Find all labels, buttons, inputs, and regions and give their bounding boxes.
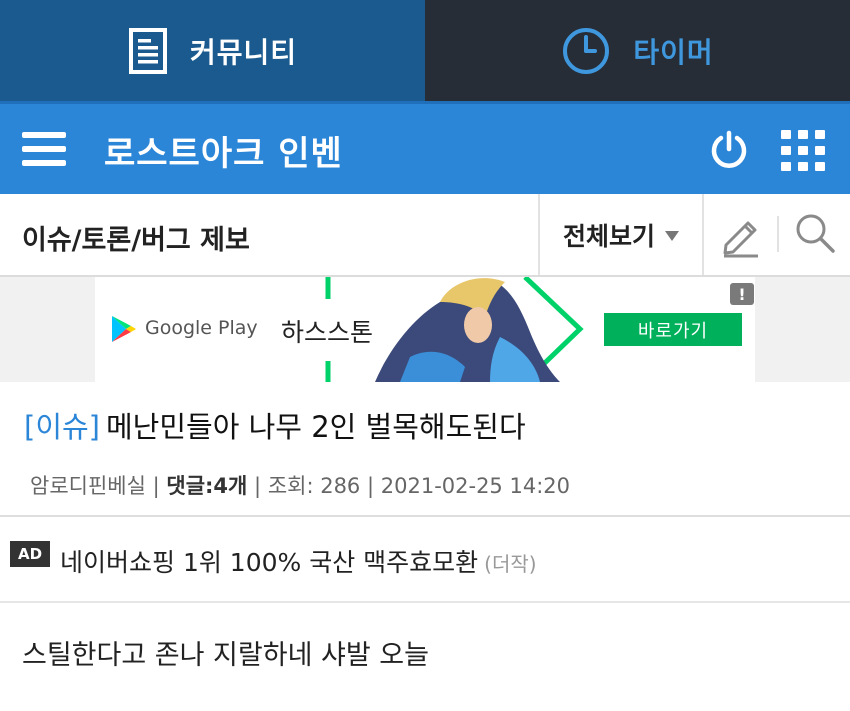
post-item[interactable]: [이슈] 메난민들아 나무 2인 벌목해도된다 암로디핀베실 | 댓글:4개 | … bbox=[0, 382, 850, 517]
power-icon[interactable] bbox=[708, 129, 750, 171]
post-author: 암로디핀베실 bbox=[30, 474, 146, 498]
ad-info-icon[interactable]: ! bbox=[730, 283, 754, 305]
search-icon[interactable] bbox=[794, 212, 836, 254]
document-icon bbox=[128, 27, 167, 74]
tab-community-label: 커뮤니티 bbox=[189, 35, 298, 69]
google-play-text: Google Play bbox=[145, 317, 258, 339]
tab-timer-label: 타이머 bbox=[633, 35, 714, 69]
ad-source: (더작) bbox=[484, 552, 537, 576]
post-title-text: 스틸한다고 존나 지랄하네 샤발 오늘 bbox=[22, 640, 429, 671]
post-comments-label: 댓글: bbox=[166, 474, 214, 498]
ad-text: 네이버쇼핑 1위 100% 국산 맥주효모환 (더작) bbox=[60, 543, 537, 579]
banner-cta-button[interactable]: 바로가기 bbox=[604, 313, 742, 346]
chevron-down-icon bbox=[665, 231, 679, 241]
hamburger-menu-icon[interactable] bbox=[22, 132, 66, 168]
post-title-text: 메난민들아 나무 2인 벌목해도된다 bbox=[106, 410, 526, 444]
post-title: [이슈] 메난민들아 나무 2인 벌목해도된다 bbox=[24, 404, 526, 446]
board-bar: 이슈/토론/버그 제보 전체보기 bbox=[0, 194, 850, 277]
tab-timer[interactable]: 타이머 bbox=[425, 0, 850, 101]
post-views: 조회: 286 bbox=[267, 474, 361, 498]
divider bbox=[777, 216, 779, 252]
banner-ad-area: Google Play 하스스톤 바로가기 ! bbox=[0, 277, 850, 382]
google-play-icon bbox=[112, 316, 136, 342]
banner-ad[interactable]: Google Play 하스스톤 바로가기 bbox=[95, 277, 755, 382]
ad-title: 네이버쇼핑 1위 100% 국산 맥주효모환 bbox=[60, 548, 479, 577]
filter-dropdown[interactable]: 전체보기 bbox=[538, 194, 704, 275]
post-comments-count: 4개 bbox=[213, 474, 248, 498]
banner-character-art bbox=[325, 277, 584, 382]
ad-list-item[interactable]: AD 네이버쇼핑 1위 100% 국산 맥주효모환 (더작) bbox=[0, 519, 850, 603]
post-item[interactable]: 스틸한다고 존나 지랄하네 샤발 오늘 bbox=[0, 605, 850, 711]
top-tab-bar: 커뮤니티 타이머 bbox=[0, 0, 850, 101]
post-meta: 암로디핀베실 | 댓글:4개 | 조회: 286 | 2021-02-25 14… bbox=[30, 474, 570, 498]
app-header: 로스트아크 인벤 bbox=[0, 101, 850, 194]
ad-badge: AD bbox=[10, 541, 50, 567]
clock-icon bbox=[563, 27, 610, 74]
post-category: [이슈] bbox=[24, 410, 100, 444]
post-date: 2021-02-25 14:20 bbox=[380, 474, 570, 498]
filter-label: 전체보기 bbox=[562, 221, 655, 251]
grid-apps-icon[interactable] bbox=[781, 130, 825, 171]
pencil-icon[interactable] bbox=[718, 212, 764, 258]
site-title[interactable]: 로스트아크 인벤 bbox=[104, 126, 343, 175]
board-name[interactable]: 이슈/토론/버그 제보 bbox=[22, 218, 250, 257]
tab-community[interactable]: 커뮤니티 bbox=[0, 0, 425, 101]
